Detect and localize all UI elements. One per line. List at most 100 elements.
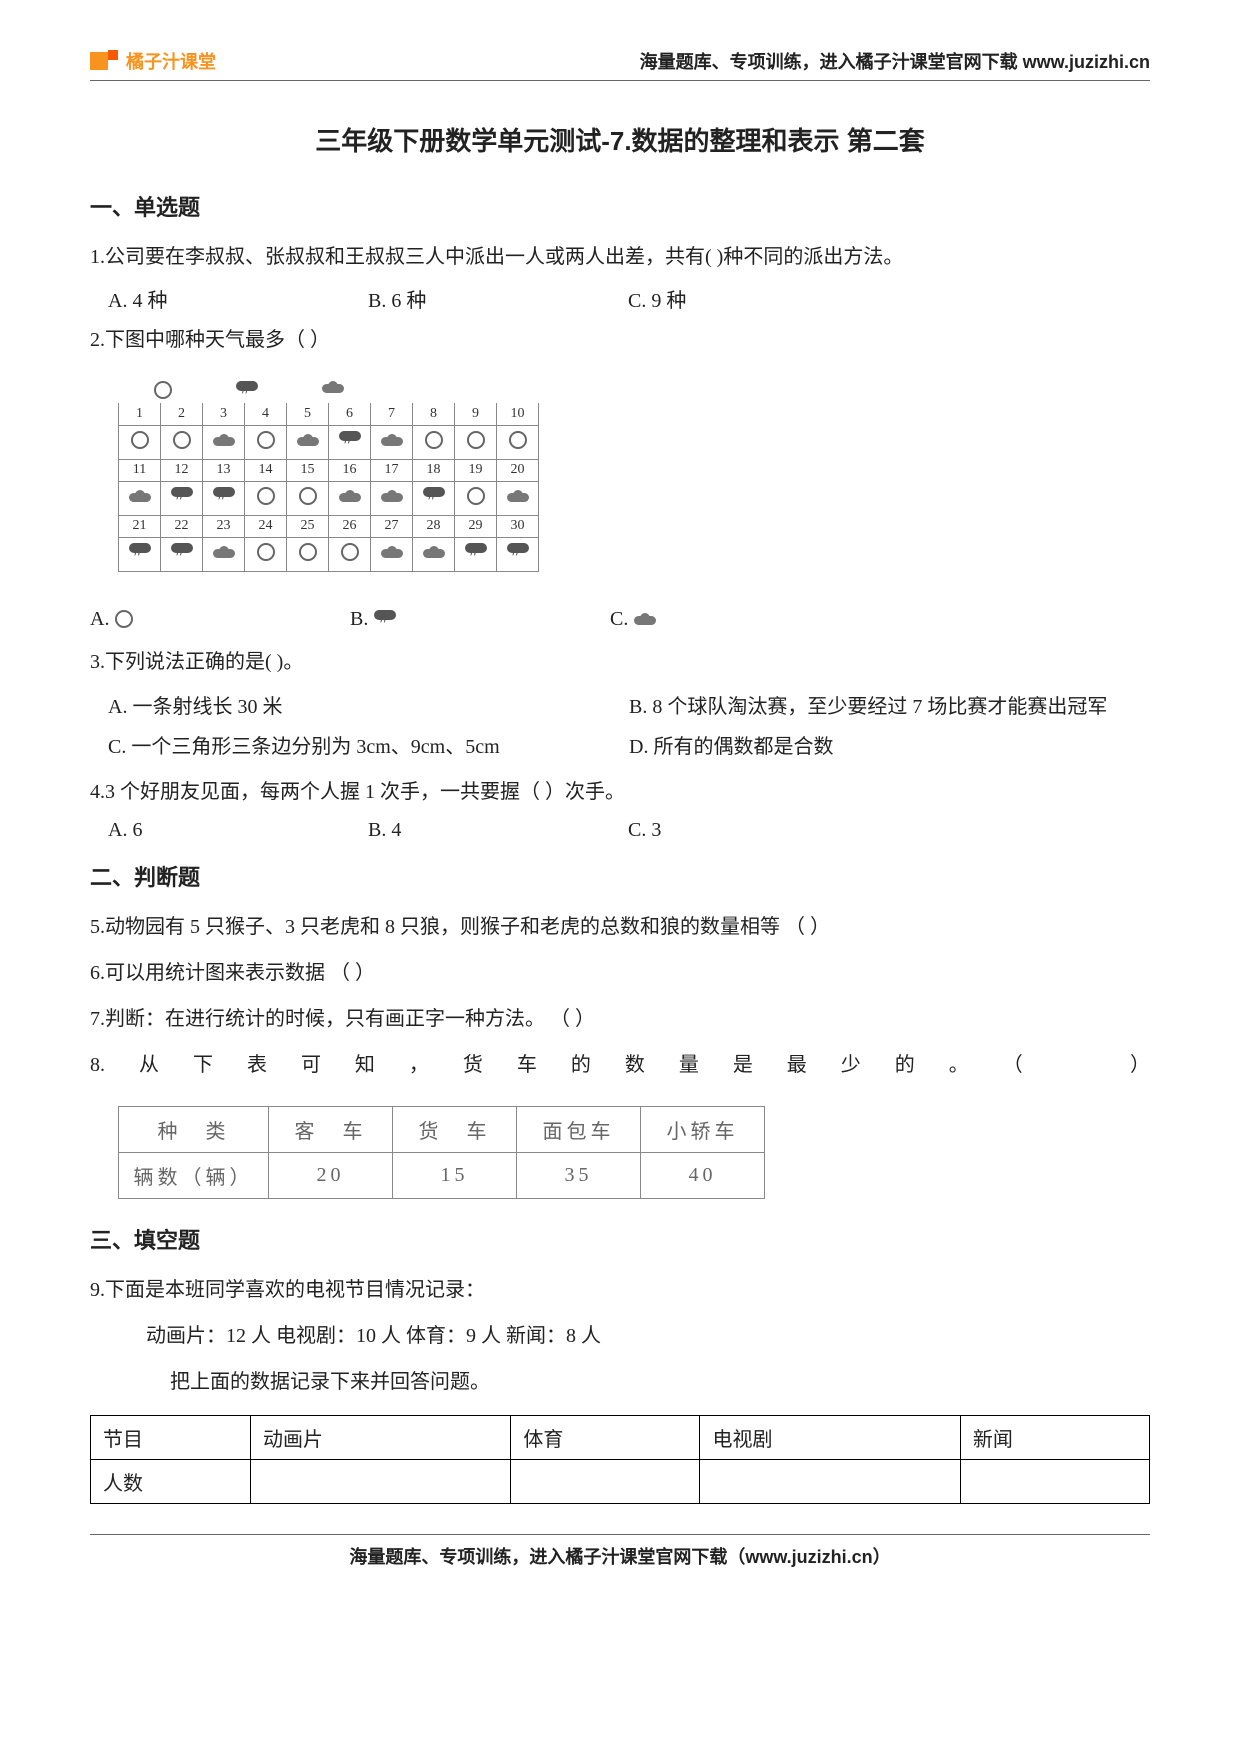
logo-icon (90, 52, 108, 70)
char: 下 (193, 1044, 213, 1086)
q1-stem: 1.公司要在李叔叔、张叔叔和王叔叔三人中派出一人或两人出差，共有( )种不同的派… (90, 236, 1150, 278)
sun-icon (341, 543, 359, 561)
rain-icon (507, 543, 529, 561)
q4-options: A. 6 B. 4 C. 3 (108, 819, 1150, 842)
rain-icon (465, 543, 487, 561)
document-page: 橘子汁课堂 海量题库、专项训练，进入橘子汁课堂官网下载 www.juzizhi.… (0, 0, 1240, 1609)
cell: 体育 (511, 1415, 700, 1459)
day-number: 13 (203, 459, 245, 481)
q3-options: A. 一条射线长 30 米 B. 8 个球队淘汰赛，至少要经过 7 场比赛才能赛… (108, 687, 1150, 767)
day-number: 11 (119, 459, 161, 481)
q1-options: A. 4 种 B. 6 种 C. 9 种 (108, 284, 1150, 313)
day-weather (329, 425, 371, 459)
cell: 15 (393, 1152, 517, 1198)
day-weather (245, 425, 287, 459)
cloud-icon (297, 434, 319, 446)
char: 从 (139, 1044, 159, 1086)
char: 表 (247, 1044, 267, 1086)
day-number: 7 (371, 403, 413, 425)
cell: 货 车 (393, 1106, 517, 1152)
cell-blank (511, 1459, 700, 1503)
char: 是 (733, 1044, 753, 1086)
table-row: 人数 (91, 1459, 1150, 1503)
day-weather (119, 481, 161, 515)
day-weather (455, 425, 497, 459)
char: 可 (301, 1044, 321, 1086)
day-weather (203, 425, 245, 459)
q3-stem: 3.下列说法正确的是( )。 (90, 641, 1150, 683)
day-weather (287, 425, 329, 459)
day-weather (203, 537, 245, 571)
day-weather (371, 425, 413, 459)
char: 的 (895, 1044, 915, 1086)
day-number: 6 (329, 403, 371, 425)
sun-icon (131, 431, 149, 449)
day-number: 29 (455, 515, 497, 537)
rain-icon (171, 543, 193, 561)
day-number: 3 (203, 403, 245, 425)
q4-stem: 4.3 个好朋友见面，每两个人握 1 次手，一共要握（ ）次手。 (90, 771, 1150, 813)
sun-icon (299, 487, 317, 505)
day-number: 15 (287, 459, 329, 481)
day-number: 23 (203, 515, 245, 537)
cloud-icon (213, 434, 235, 446)
day-weather (413, 481, 455, 515)
cell-blank (960, 1459, 1149, 1503)
q2-stem: 2.下图中哪种天气最多（ ） (90, 319, 1150, 361)
weather-table: 1234567891011121314151617181920212223242… (118, 403, 539, 572)
char: 车 (517, 1044, 537, 1086)
q8-stem: 8.从下表可知，货车的数量是最少的。（ ） (90, 1044, 1150, 1086)
cell: 辆数（辆） (119, 1152, 269, 1198)
char: 少 (841, 1044, 861, 1086)
char: 8. (90, 1044, 105, 1086)
sun-icon (467, 487, 485, 505)
day-weather (287, 481, 329, 515)
day-weather (455, 537, 497, 571)
cloud-icon (129, 490, 151, 502)
char: 。 (949, 1044, 969, 1086)
day-weather (287, 537, 329, 571)
cell: 新闻 (960, 1415, 1149, 1459)
rain-icon (129, 543, 151, 561)
rain-icon (339, 431, 361, 449)
cell: 20 (269, 1152, 393, 1198)
cloud-icon (381, 546, 403, 558)
day-number: 10 (497, 403, 539, 425)
day-weather (245, 537, 287, 571)
section-heading-2: 二、判断题 (90, 860, 1150, 892)
page-title: 三年级下册数学单元测试-7.数据的整理和表示 第二套 (90, 121, 1150, 158)
cell: 40 (641, 1152, 765, 1198)
q6: 6.可以用统计图来表示数据 （ ） (90, 952, 1150, 994)
table-row (119, 537, 539, 571)
cell: 面包车 (517, 1106, 641, 1152)
day-number: 25 (287, 515, 329, 537)
day-number: 5 (287, 403, 329, 425)
sun-icon (154, 381, 172, 399)
q9-instruction: 把上面的数据记录下来并回答问题。 (90, 1361, 1150, 1403)
char: 量 (679, 1044, 699, 1086)
day-number: 17 (371, 459, 413, 481)
day-weather (497, 481, 539, 515)
sun-icon (257, 543, 275, 561)
day-number: 30 (497, 515, 539, 537)
q9-data-line: 动画片：12 人 电视剧：10 人 体育：9 人 新闻：8 人 (90, 1315, 1150, 1357)
logo-icon (108, 50, 118, 60)
brand-logo: 橘子汁课堂 (90, 48, 216, 74)
q4-option-b: B. 4 (368, 819, 628, 842)
day-number: 27 (371, 515, 413, 537)
day-number: 26 (329, 515, 371, 537)
day-weather (245, 481, 287, 515)
section-heading-3: 三、填空题 (90, 1223, 1150, 1255)
day-number: 2 (161, 403, 203, 425)
char: ， (409, 1044, 429, 1086)
cell: 小轿车 (641, 1106, 765, 1152)
char: 知 (355, 1044, 375, 1086)
sun-icon (115, 610, 133, 628)
day-weather (497, 425, 539, 459)
q1-option-a: A. 4 种 (108, 284, 368, 313)
q3-option-b: B. 8 个球队淘汰赛，至少要经过 7 场比赛才能赛出冠军 (629, 687, 1150, 727)
day-weather (371, 481, 413, 515)
q5: 5.动物园有 5 只猴子、3 只老虎和 8 只狼，则猴子和老虎的总数和狼的数量相… (90, 906, 1150, 948)
day-weather (161, 481, 203, 515)
day-weather (329, 537, 371, 571)
